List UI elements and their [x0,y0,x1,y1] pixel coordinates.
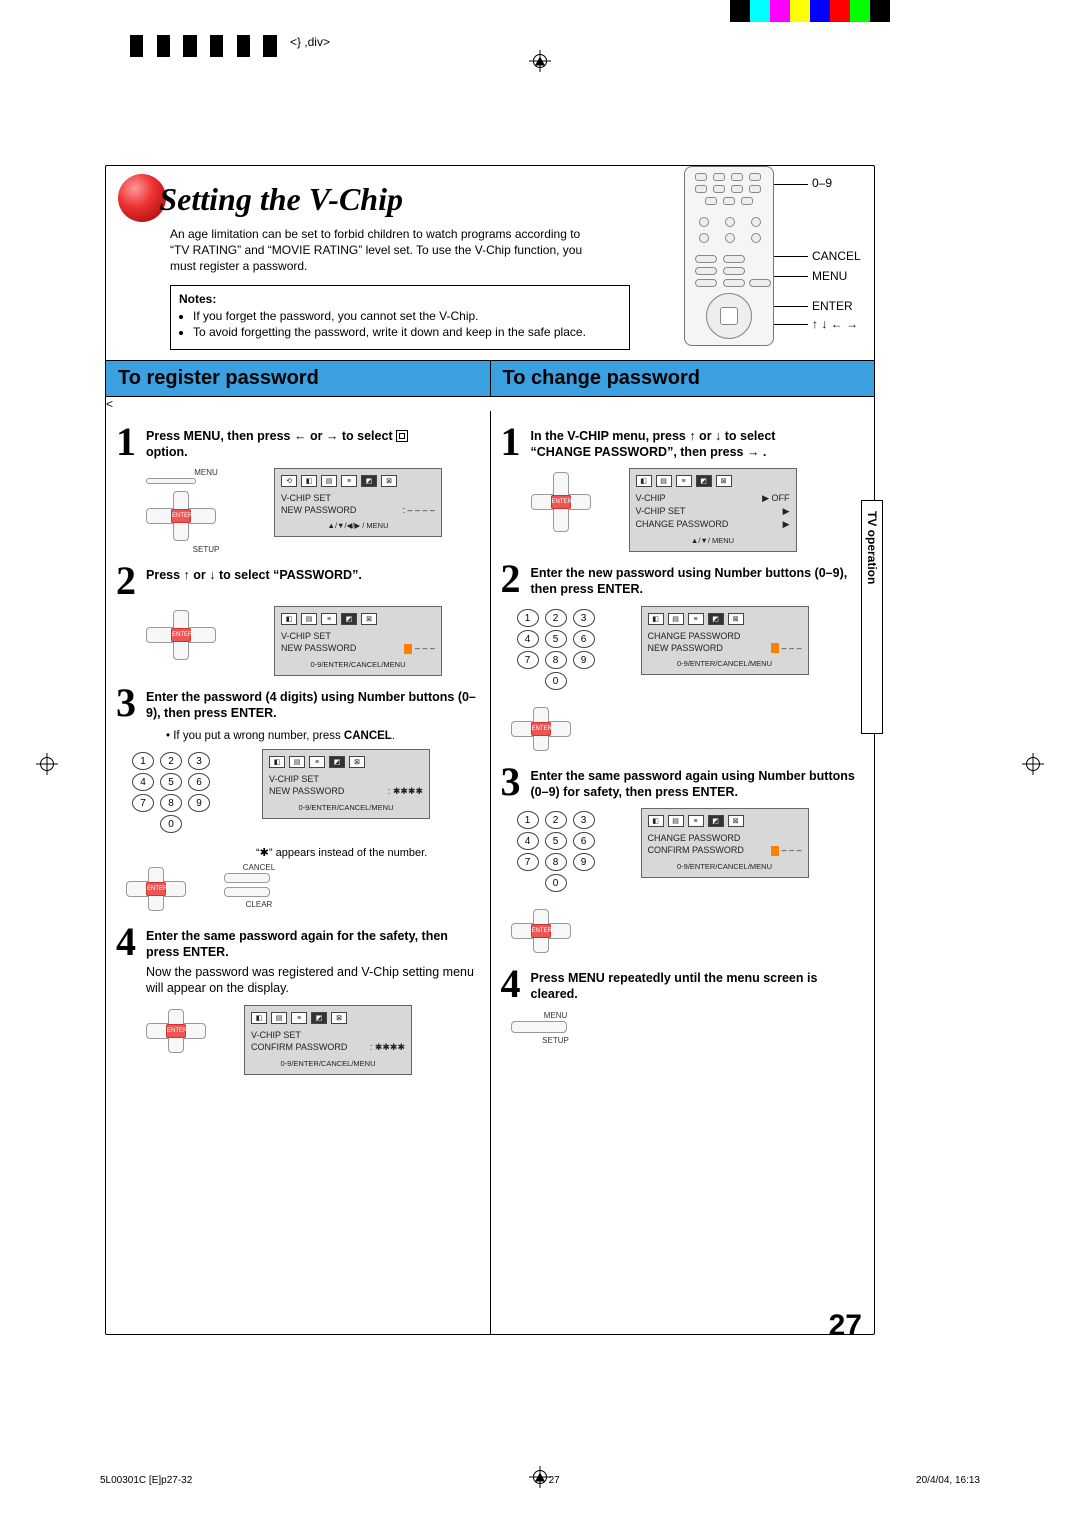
crosshair-left [36,753,58,775]
col-change: 1 In the V-CHIP menu, press ↑ or ↓ to se… [490,411,875,1335]
tv-screen: ◧▤≡◩⊠ V-CHIP ▶ OFF V-CHIP SET▶ CHANGE PA… [629,468,797,552]
tv-screen: ◧▤≡◩⊠ V-CHIP SET NEW PASSWORD – – – 0-9/… [274,606,442,676]
step-2-left: 2 Press ↑ or ↓ to select “PASSWORD”. [116,564,480,598]
step-1-left: 1 Press MENU, then press ← or → to selec… [116,425,480,461]
side-tab: TV operation [861,500,883,734]
col-register: 1 Press MENU, then press ← or → to selec… [106,411,490,1335]
tv-screen: ⟲◧▤≡◩⊠ V-CHIP SET NEW PASSWORD : – – – –… [274,468,442,537]
remote-dpad [706,293,752,339]
step-1-right: 1 In the V-CHIP menu, press ↑ or ↓ to se… [501,425,865,461]
content-frame: Setting the V-Chip An age limitation can… [105,165,875,1335]
footer-left: 5L00301C [E]p27-32 [100,1475,192,1486]
numpad: 123 456 789 0 [511,808,601,895]
footer: 5L00301C [E]p27-32 27 20/4/04, 16:13 [100,1475,980,1486]
notes-heading: Notes: [179,292,621,306]
lock-icon [396,430,408,442]
step-text: option. [146,445,188,459]
page-number-large: 27 [829,1309,862,1335]
crosshair-top [529,50,551,72]
step-2-right: 2 Enter the new password using Number bu… [501,562,865,598]
tv-screen: ◧▤≡◩⊠ CHANGE PASSWORD CONFIRM PASSWORD –… [641,808,809,878]
notes-box: Notes: If you forget the password, you c… [170,285,630,350]
mini-remote: ENTER [511,905,601,957]
remote-illustration: 0–9 CANCEL MENU ENTER ↑ ↓ ← → [674,166,864,356]
section-header-right: To change password [490,360,875,397]
step-3-left: 3 Enter the password (4 digits) using Nu… [116,686,480,722]
tv-screen: ◧▤≡◩⊠ V-CHIP SET CONFIRM PASSWORD : ✱✱✱✱… [244,1005,412,1075]
step-4-left: 4 Enter the same password again for the … [116,925,480,997]
numpad: 123 456 789 0 [126,749,216,836]
mini-remote: MENU SETUP [511,1011,601,1045]
note-item: If you forget the password, you cannot s… [193,309,621,323]
remote-body [684,166,774,346]
mini-remote-cancel: CANCEL CLEAR [224,863,294,909]
tv-screen: ◧▤≡◩⊠ V-CHIP SET NEW PASSWORD : ✱✱✱✱ 0-9… [262,749,430,819]
note-item: To avoid forgetting the password, write … [193,325,621,339]
remote-label-arrows: ↑ ↓ ← → [812,317,858,331]
step-text: Press MENU, then press ← or → to select [146,429,393,443]
mini-label-menu: MENU [146,468,266,477]
mini-remote: ENTER [146,606,266,664]
mini-remote: ENTER [126,863,216,915]
section-header-left: To register password [106,360,490,397]
numpad: 123 456 789 0 [511,606,601,693]
page-title: Setting the V-Chip [159,181,403,222]
color-bars [730,0,890,22]
mini-remote: ENTER [146,1005,236,1057]
star-note: “✱” appears instead of the number. [256,846,480,859]
step-4-right: 4 Press MENU repeatedly until the menu s… [501,967,865,1003]
footer-mid: 27 [549,1475,560,1486]
mini-remote: MENU ENTER SETUP [146,468,266,554]
step-3-right: 3 Enter the same password again using Nu… [501,765,865,801]
remote-label-numbers: 0–9 [812,176,832,190]
remote-label-cancel: CANCEL [812,249,861,263]
intro-text: An age limitation can be set to forbid c… [170,226,590,275]
header-area: Setting the V-Chip An age limitation can… [106,166,874,356]
mini-enter: ENTER [171,509,191,523]
remote-label-enter: ENTER [812,299,853,313]
remote-label-menu: MENU [812,269,847,283]
mini-remote: ENTER [511,703,601,755]
black-bars: <} ,div> [130,35,330,57]
mini-label-setup: SETUP [146,545,266,554]
footer-right: 20/4/04, 16:13 [916,1475,980,1486]
mini-remote: ENTER [531,468,621,536]
tv-screen: ◧▤≡◩⊠ CHANGE PASSWORD NEW PASSWORD – – –… [641,606,809,676]
crosshair-right [1022,753,1044,775]
